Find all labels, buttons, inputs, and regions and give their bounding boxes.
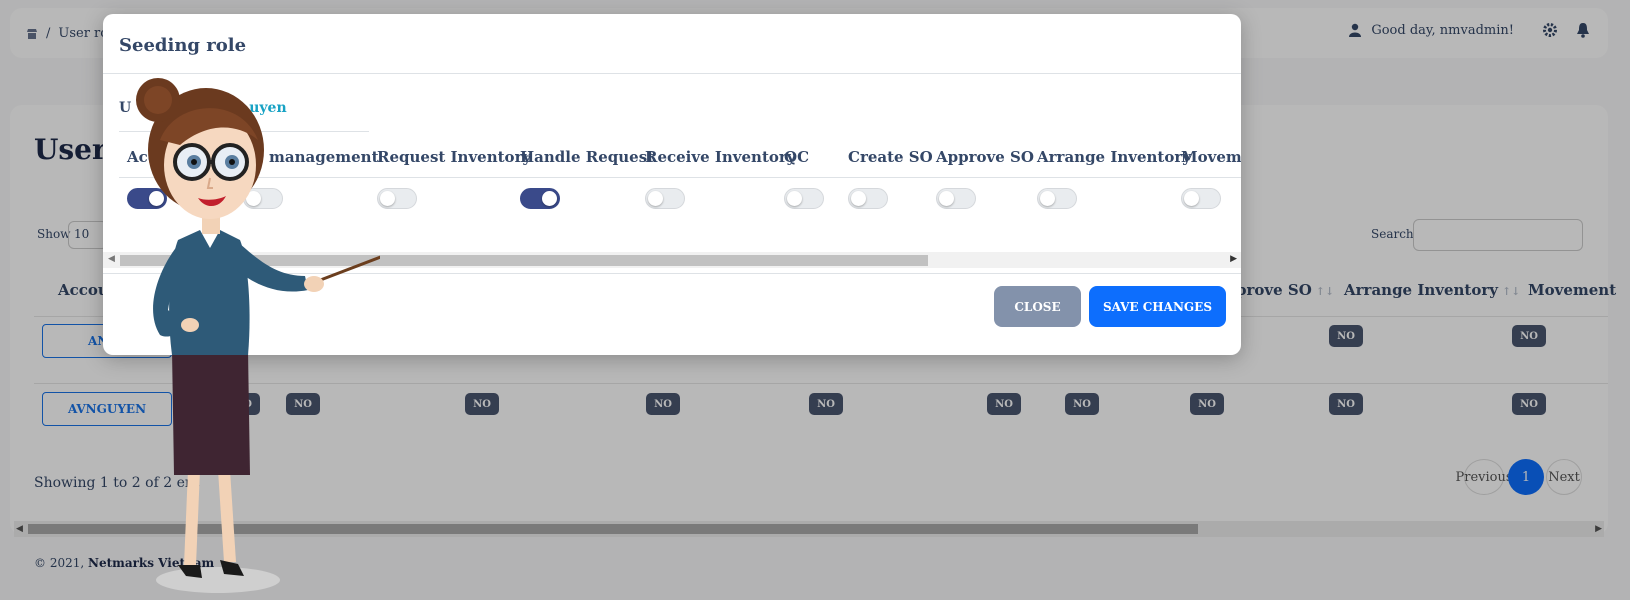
modal-title: Seeding role — [119, 35, 247, 56]
toggle-request-inventory[interactable] — [377, 188, 417, 209]
perm-col-qc: QC — [784, 148, 810, 166]
toggle-receive-inventory[interactable] — [645, 188, 685, 209]
perm-col-movement: Moveme — [1181, 148, 1241, 166]
save-changes-button[interactable]: SAVE CHANGES — [1089, 286, 1226, 327]
toggle-approve-so[interactable] — [936, 188, 976, 209]
toggle-handle-request[interactable] — [520, 188, 560, 209]
toggle-movement[interactable] — [1181, 188, 1221, 209]
perm-col-handle-request: Handle Request — [520, 148, 655, 166]
close-button[interactable]: CLOSE — [994, 286, 1081, 327]
perm-col-receive-inventory: Receive Inventory — [645, 148, 796, 166]
scroll-right-icon[interactable]: ▶ — [1230, 254, 1237, 264]
teacher-illustration — [136, 78, 380, 593]
perm-col-create-so: Create SO — [848, 148, 933, 166]
perm-col-request-inventory: Request Inventory — [377, 148, 532, 166]
perm-col-approve-so: Approve SO — [936, 148, 1034, 166]
toggle-qc[interactable] — [784, 188, 824, 209]
scroll-left-icon[interactable]: ◀ — [108, 254, 115, 264]
perm-col-arrange-inventory: Arrange Inventory — [1037, 148, 1191, 166]
toggle-arrange-inventory[interactable] — [1037, 188, 1077, 209]
toggle-create-so[interactable] — [848, 188, 888, 209]
